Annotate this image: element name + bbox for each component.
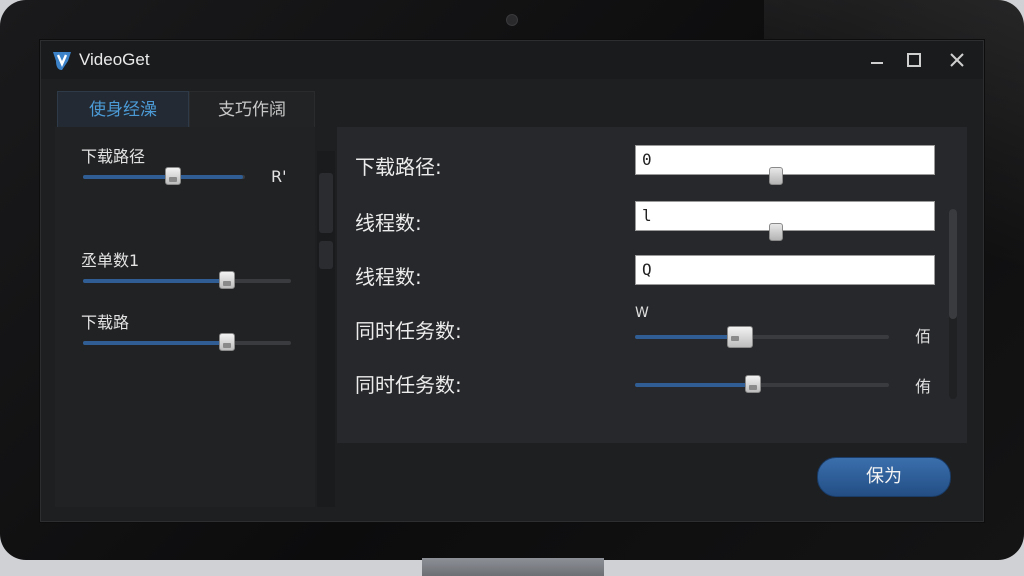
left-slider-3-thumb[interactable] — [219, 333, 235, 351]
close-icon — [950, 53, 964, 67]
tab-first[interactable]: 使身经澡 — [57, 91, 189, 130]
left-settings-panel: 下载路径 R' 丞单数1 下载路 — [55, 127, 315, 507]
slider-side-label-1: 佰 — [915, 327, 932, 346]
left-label-download-path: 下载路径 — [81, 147, 146, 166]
left-label-2: 丞单数1 — [81, 251, 140, 270]
field-handle-icon — [769, 167, 783, 185]
app-title: VideoGet — [79, 50, 150, 69]
right-scroll-thumb[interactable] — [949, 209, 957, 319]
left-label-3: 下载路 — [81, 313, 130, 332]
right-scrollbar[interactable] — [949, 209, 957, 399]
minimize-icon — [871, 62, 883, 64]
concurrent-slider-1[interactable] — [635, 326, 889, 348]
left-slider-1[interactable] — [83, 167, 245, 185]
threads-input-2[interactable]: Q — [635, 255, 935, 285]
app-logo-icon — [53, 52, 71, 70]
maximize-icon — [907, 53, 921, 67]
left-slider-2-thumb[interactable] — [219, 271, 235, 289]
field-label-threads: 线程数: — [355, 211, 422, 235]
left-slider-3-fill — [83, 341, 227, 345]
tab-second[interactable]: 支巧作阔 — [189, 91, 315, 129]
field-handle-icon — [769, 223, 783, 241]
monitor-bezel: VideoGet 使身经澡 支巧作阔 下载路径 R' 丞单数1 下载路 下载路径… — [0, 0, 1024, 560]
minimize-button[interactable] — [863, 47, 891, 73]
field-label-threads-2: 线程数: — [355, 265, 422, 289]
left-scrollbar[interactable] — [317, 151, 335, 507]
concurrent-slider-1-fill — [635, 335, 739, 339]
right-settings-panel: 下载路径: 0 线程数: l 线程数: Q 同时任务数: W 佰 同时任务数: … — [337, 127, 967, 443]
concurrent-slider-2[interactable] — [635, 375, 889, 393]
title-bar: VideoGet — [41, 41, 983, 79]
slider-label-concurrent-2: 同时任务数: — [355, 373, 462, 397]
concurrent-slider-2-thumb[interactable] — [745, 375, 761, 393]
concurrent-slider-2-fill — [635, 383, 753, 387]
left-slider-3[interactable] — [83, 333, 291, 351]
threads-input[interactable]: l — [635, 201, 935, 231]
left-scroll-thumb[interactable] — [319, 173, 333, 233]
concurrent-slider-1-thumb[interactable] — [727, 326, 753, 348]
left-scroll-thumb-secondary[interactable] — [319, 241, 333, 269]
slider-top-label: W — [635, 305, 649, 321]
field-label-download-path: 下载路径: — [355, 155, 442, 179]
left-slider-1-thumb[interactable] — [165, 167, 181, 185]
webcam — [506, 14, 518, 26]
slider-label-concurrent: 同时任务数: — [355, 319, 462, 343]
app-window: VideoGet 使身经澡 支巧作阔 下载路径 R' 丞单数1 下载路 下载路径… — [40, 40, 984, 522]
left-slider-1-fill — [83, 175, 243, 179]
monitor-stand — [422, 558, 604, 576]
slider-side-label-2: 侑 — [915, 377, 932, 396]
download-path-input[interactable]: 0 — [635, 145, 935, 175]
maximize-button[interactable] — [900, 47, 928, 73]
left-slider-2-fill — [83, 279, 227, 283]
save-button[interactable]: 保为 — [817, 457, 951, 497]
close-button[interactable] — [943, 47, 971, 73]
left-extra-label: R' — [271, 167, 287, 186]
left-slider-2[interactable] — [83, 271, 291, 289]
